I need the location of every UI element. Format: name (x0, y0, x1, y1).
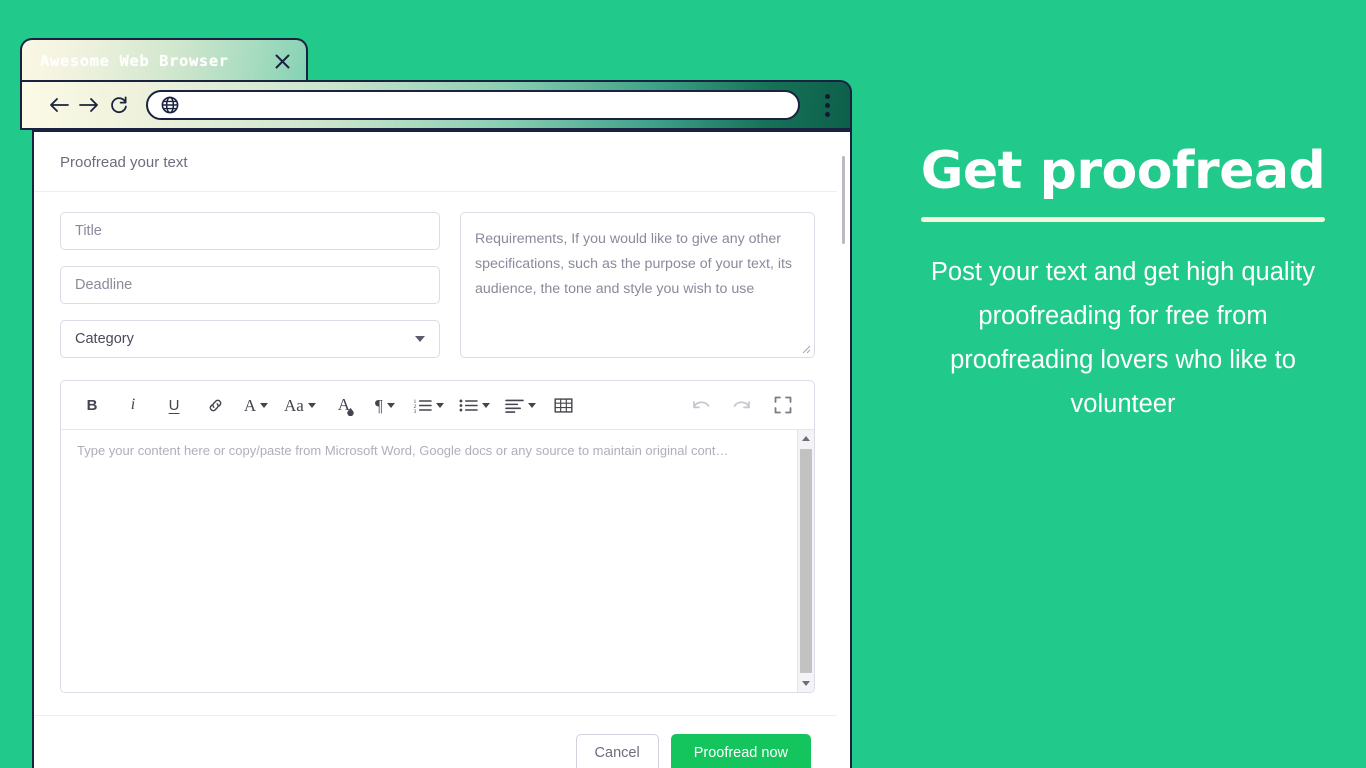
bullet-list-button[interactable] (455, 390, 494, 420)
paragraph-style-button[interactable]: ¶ (368, 390, 402, 420)
underline-icon: U (168, 396, 180, 414)
fullscreen-button[interactable] (766, 390, 800, 420)
text-color-icon: A (243, 395, 257, 415)
reload-icon[interactable] (104, 90, 134, 120)
svg-text:3: 3 (413, 409, 416, 414)
font-size-button[interactable]: Aa (280, 390, 320, 420)
chevron-down-icon (527, 402, 536, 408)
promo-panel: Get proofread Post your text and get hig… (880, 0, 1366, 768)
address-input[interactable] (188, 97, 786, 113)
chevron-down-icon (415, 336, 425, 342)
kebab-menu-icon[interactable] (814, 88, 840, 122)
chevron-down-icon (260, 402, 269, 408)
page-scrollbar-thumb[interactable] (842, 156, 845, 244)
requirements-textarea[interactable] (461, 213, 814, 357)
form-left-column: Category (60, 212, 440, 358)
editor-scrollbar-track[interactable] (798, 447, 814, 675)
table-icon (554, 397, 573, 413)
fullscreen-icon (774, 396, 792, 414)
chevron-down-icon (435, 402, 444, 408)
bold-button[interactable]: B (75, 390, 109, 420)
undo-button[interactable] (684, 390, 718, 420)
category-select[interactable]: Category (60, 320, 440, 358)
page-scrollbar[interactable] (837, 132, 850, 768)
close-icon[interactable] (270, 49, 294, 73)
browser-tab-title: Awesome Web Browser (40, 52, 229, 70)
promo-heading: Get proofread (920, 141, 1326, 201)
editor-body: Type your content here or copy/paste fro… (61, 430, 814, 692)
underline-button[interactable]: U (157, 390, 191, 420)
table-button[interactable] (547, 390, 581, 420)
browser-viewport: Proofread your text Category (32, 130, 852, 768)
pilcrow-icon: ¶ (374, 395, 383, 415)
rich-text-editor: B i U A Aa A ¶ 1 2 3 Type your content h… (60, 380, 815, 693)
form-area: Category (34, 192, 837, 358)
undo-icon (693, 401, 710, 409)
cancel-button[interactable]: Cancel (575, 734, 659, 768)
chevron-down-icon (481, 402, 490, 408)
tab-strip: Awesome Web Browser (20, 38, 310, 82)
kebab-dot (824, 102, 830, 108)
font-size-icon: Aa (284, 395, 304, 415)
chevron-down-icon (386, 402, 395, 408)
title-field[interactable] (60, 212, 440, 250)
kebab-dot (824, 93, 830, 99)
numbered-list-button[interactable]: 1 2 3 (409, 390, 448, 420)
promo-divider (921, 217, 1325, 222)
align-button[interactable] (501, 390, 540, 420)
browser-tab[interactable]: Awesome Web Browser (20, 38, 308, 82)
proofread-now-button[interactable]: Proofread now (670, 734, 811, 768)
arrow-left-icon[interactable] (44, 90, 74, 120)
redo-icon (733, 401, 750, 409)
bullet-list-icon (459, 399, 478, 411)
category-select-value: Category (75, 331, 134, 347)
deadline-input[interactable] (75, 277, 425, 293)
editor-toolbar: B i U A Aa A ¶ 1 2 3 (61, 381, 814, 430)
dialog-footer: Cancel Proofread now (34, 715, 837, 768)
page-content: Proofread your text Category (34, 132, 837, 768)
globe-icon (161, 96, 179, 114)
address-bar[interactable] (146, 90, 800, 120)
editor-scrollbar-thumb[interactable] (800, 449, 812, 673)
form-right-column (460, 212, 815, 358)
link-button[interactable] (198, 390, 232, 420)
browser-toolbar (20, 80, 852, 130)
scroll-down-arrow-icon[interactable] (798, 675, 815, 692)
link-icon (209, 399, 221, 411)
requirements-field[interactable] (460, 212, 815, 358)
numbered-list-icon: 1 2 3 (413, 399, 432, 414)
bold-icon: B (86, 396, 98, 414)
redo-button[interactable] (725, 390, 759, 420)
chevron-down-icon (307, 402, 316, 408)
highlight-droplet-icon (347, 407, 354, 416)
scroll-up-arrow-icon[interactable] (798, 430, 815, 447)
page-title: Proofread your text (34, 132, 837, 192)
kebab-dot (824, 111, 830, 117)
editor-scrollbar[interactable] (797, 430, 814, 692)
deadline-field[interactable] (60, 266, 440, 304)
arrow-right-icon[interactable] (74, 90, 104, 120)
editor-content[interactable]: Type your content here or copy/paste fro… (61, 430, 797, 692)
browser-window: Awesome Web Browser Proofread your text … (20, 38, 852, 768)
text-color-button[interactable]: A (239, 390, 273, 420)
promo-body-text: Post your text and get high quality proo… (930, 258, 1316, 418)
italic-button[interactable]: i (116, 390, 150, 420)
italic-icon: i (130, 396, 136, 413)
highlight-color-button[interactable]: A (327, 390, 361, 420)
title-input[interactable] (75, 223, 425, 239)
align-left-icon (505, 399, 524, 413)
